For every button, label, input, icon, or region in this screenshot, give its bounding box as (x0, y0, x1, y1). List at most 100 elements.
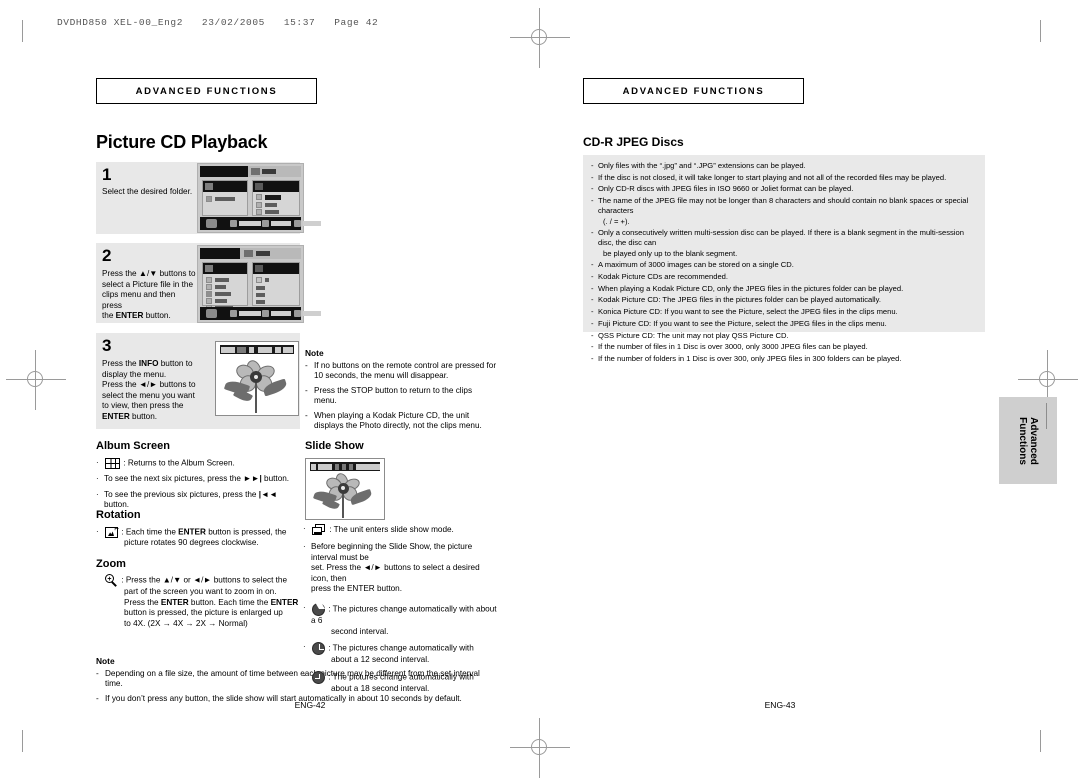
screen-bottom-bar (200, 217, 321, 230)
disc-bullet-text: Only CD-R discs with JPEG files in ISO 9… (598, 184, 854, 194)
section-header-right-label: Advanced Functions (622, 85, 765, 97)
manual-spread: DVDHD850 XEL-00_Eng2 23/02/2005 15:37 Pa… (0, 0, 1080, 783)
disc-bullet-text: If the number of folders in 1 Disc is ov… (598, 353, 902, 363)
disc-bullet-text: The name of the JPEG file may not be lon… (598, 196, 969, 216)
dash-marker: - (591, 318, 594, 328)
zoom-line-4: button is pressed, the picture is enlarg… (124, 608, 283, 618)
disc-bullet: - If the number of files in 1 Disc is ove… (591, 342, 977, 352)
step-3-enter-keyword: ENTER (102, 411, 130, 421)
zoom-line: + : Press the ▲/▼ or ◄/► buttons to sele… (96, 574, 306, 629)
disc-bullet: - Kodak Picture CDs are recommended. (591, 272, 977, 282)
screen-bottom-bar (200, 307, 321, 320)
screen-left-pane (202, 180, 248, 216)
screen-row (256, 277, 296, 284)
dash-marker: - (591, 330, 594, 340)
section-header-left: Advanced Functions (96, 78, 317, 104)
rotate-icon: ⌐ (105, 524, 119, 538)
dash-marker: - (96, 669, 99, 678)
step-1-text: Select the desired folder. (102, 187, 193, 196)
step-3-line-5: to view, then press the (102, 401, 184, 411)
slide-show-mode-text: : The unit enters slide show mode. (329, 525, 454, 535)
side-tab-rule (1046, 403, 1047, 429)
step-3-line-3: Press the ◄/► buttons to (102, 380, 196, 390)
zoom-line-5: to 4X. (2X → 4X → 2X → Normal) (124, 618, 248, 628)
rotate-arrow-icon: ⌐ (114, 524, 119, 533)
pane-header (253, 181, 299, 192)
pane-header (253, 263, 299, 274)
step-1-number: 1 (102, 165, 112, 184)
screen-row (256, 285, 296, 292)
middle-note-title: Note (305, 348, 324, 358)
step-2-line-2: select a Picture file in the (102, 279, 194, 289)
crop-mark-tl-v (22, 20, 23, 42)
clock-18s-icon (312, 670, 325, 684)
interval-18s-text-2: about a 18 second interval. (331, 683, 430, 693)
middle-note-item: - Press the STOP button to return to the… (305, 386, 497, 407)
disc-bullet: - Only a consecutively written multi-sess… (591, 228, 977, 259)
disc-bullet-text: Only files with the “.jpg” and “.JPG” ex… (598, 161, 806, 170)
disc-bullet-text: If the number of files in 1 Disc is over… (598, 342, 868, 352)
album-next-post: button. (261, 474, 290, 484)
dash-marker: - (591, 228, 594, 238)
screen-row (256, 292, 296, 299)
disc-bullet: - Konica Picture CD: If you want to see t… (591, 307, 977, 317)
zoom-line-3: Press the ENTER button. Each time the EN… (104, 598, 306, 609)
dash-marker: - (305, 385, 308, 395)
disc-bullet-text: Only a consecutively written multi-sessi… (598, 228, 964, 248)
zoom-enter-keyword-2: ENTER (270, 597, 299, 607)
step-3-photo-screenshot (215, 341, 299, 416)
disc-bullet: - Only files with the “.jpg” and “.JPG” e… (591, 161, 977, 171)
disc-bullet-text: QSS Picture CD: The unit may not play QS… (598, 330, 789, 340)
screen-topbar (200, 166, 301, 177)
step-3-number: 3 (102, 336, 112, 355)
rotation-enter-keyword: ENTER (178, 527, 206, 537)
step-2-line-4-post: button. (143, 311, 171, 321)
middle-note-item: - If no buttons on the remote control ar… (305, 361, 497, 382)
zoom-enter-keyword-1: ENTER (160, 597, 189, 607)
disc-bullet-text: A maximum of 3000 images can be stored o… (598, 260, 794, 270)
disc-bullet-text: Konica Picture CD: If you want to see th… (598, 307, 898, 317)
crop-mark-bl-v (22, 730, 23, 752)
screen-row (206, 298, 246, 305)
clock-6s-icon (312, 602, 325, 616)
album-screen-icon-text: : Returns to the Album Screen. (123, 458, 235, 468)
step-1-screenshot (197, 163, 321, 233)
step-3-info-keyword: INFO (138, 359, 159, 368)
interval-6s-text-1: : The pictures change automatically with… (311, 604, 497, 625)
dash-marker: - (591, 272, 594, 282)
side-tab-advanced-functions: Advanced Functions (999, 397, 1057, 484)
album-next-pre: To see the next six pictures, press the (104, 474, 244, 484)
zoom-list: + : Press the ▲/▼ or ◄/► buttons to sele… (96, 574, 306, 634)
bullet-dot: · (303, 524, 306, 533)
bullet-dot: · (303, 642, 306, 652)
screen-right-pane (252, 262, 300, 306)
print-file-header: DVDHD850 XEL-00_Eng2 23/02/2005 15:37 Pa… (57, 17, 379, 28)
slide-show-intro-3: press the ENTER button. (311, 584, 403, 594)
page-number-left: ENG-42 (294, 700, 326, 710)
bullet-dot: · (96, 458, 99, 467)
slide-show-intro-2: set. Press the ◄/► buttons to select a d… (311, 563, 480, 583)
disc-bullet-text: Fuji Picture CD: If you want to see the … (598, 318, 887, 328)
disc-bullet: - If the disc is not closed, it will take… (591, 173, 977, 183)
bullet-dot: · (303, 542, 306, 551)
step-3-line-1-pre: Press the (102, 359, 139, 368)
screen-row (256, 299, 296, 306)
disc-bullet-text: Kodak Picture CDs are recommended. (598, 272, 728, 282)
middle-note-item-text: Press the STOP button to return to the c… (314, 385, 473, 406)
dash-marker: - (591, 342, 594, 352)
zoom-line-3-mid: button. Each time the (188, 597, 271, 607)
screen-right-pane (252, 180, 300, 216)
bullet-dot: · (96, 527, 99, 536)
disc-bullet: - If the number of folders in 1 Disc is o… (591, 354, 977, 364)
zoom-heading: Zoom (96, 558, 126, 570)
disc-bullet: - Only CD-R discs with JPEG files in ISO … (591, 184, 977, 194)
middle-note-item-text: If no buttons on the remote control are … (314, 361, 497, 381)
step-3-line-1-post: button to (158, 359, 193, 368)
step-2-number: 2 (102, 246, 112, 265)
screen-row (206, 277, 246, 284)
screen-left-pane (202, 262, 248, 311)
interval-12s-text-1: : The pictures change automatically with (328, 643, 474, 653)
dash-marker: - (591, 161, 594, 170)
registration-mark-bottom (510, 718, 570, 778)
dash-marker: - (305, 410, 308, 420)
